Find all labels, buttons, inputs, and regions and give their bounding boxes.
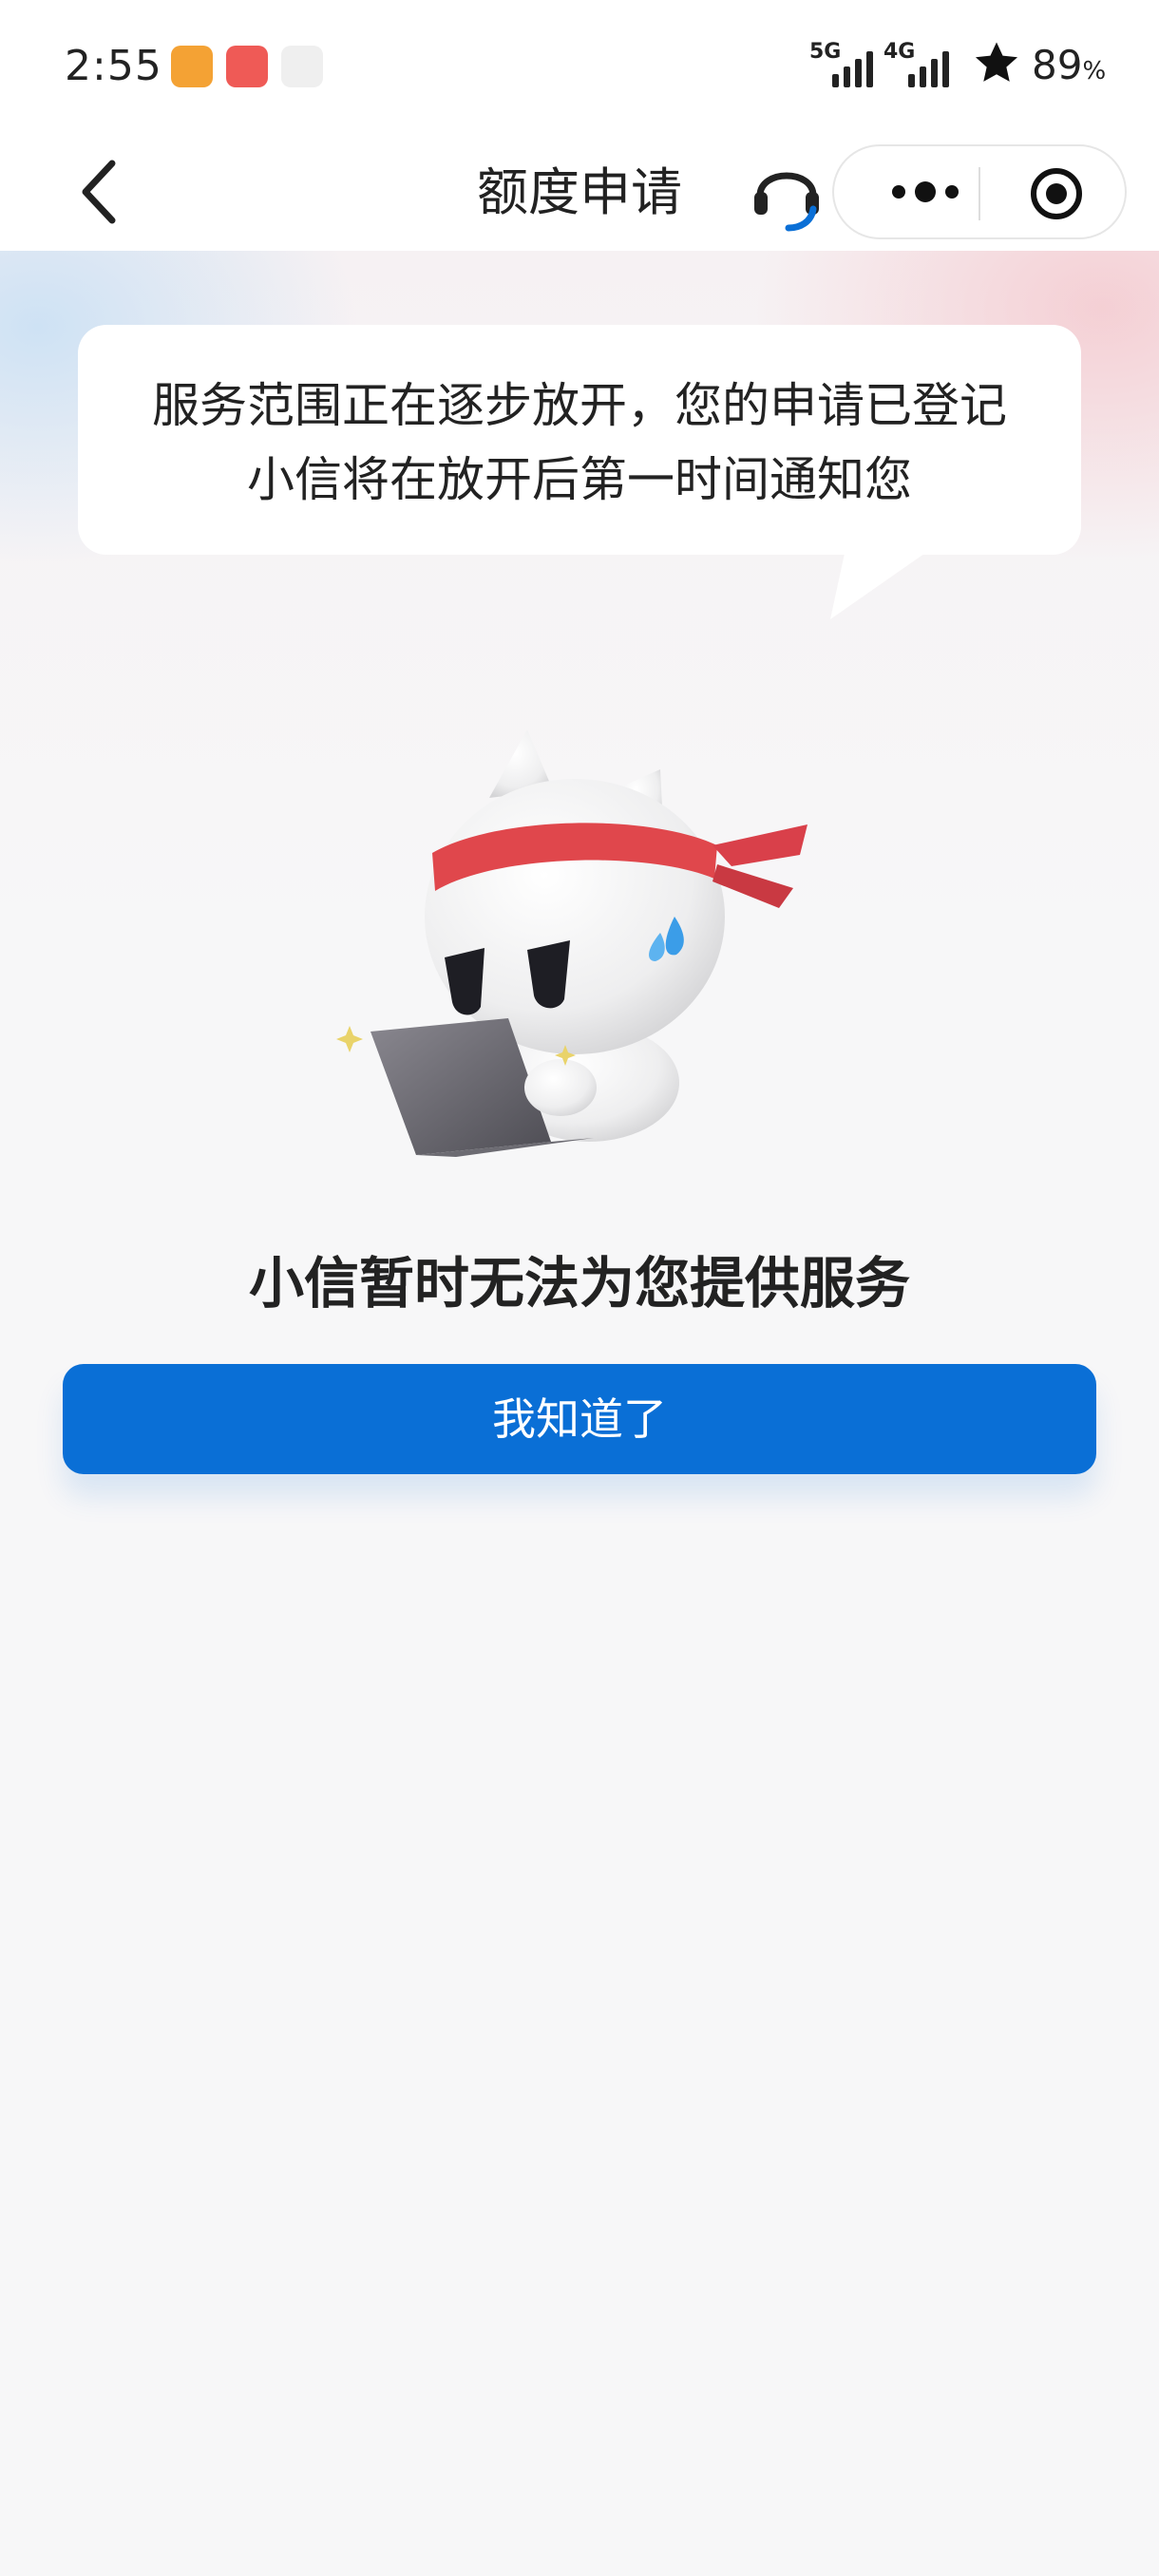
headset-icon[interactable] [750, 152, 823, 232]
more-dots-icon[interactable] [870, 146, 984, 237]
mini-program-capsule [832, 144, 1127, 239]
mascot-illustration [336, 729, 808, 1157]
status-bar: 2:55 5G 4G 89% [0, 0, 1159, 133]
star-icon [975, 42, 1018, 82]
red-app-icon [226, 46, 268, 87]
signal-4g-icon: 4G [884, 40, 956, 87]
notice-bubble: 服务范围正在逐步放开，您的申请已登记 小信将在放开后第一时间通知您 [78, 325, 1081, 555]
message-app-icon [171, 46, 213, 87]
notice-line-1: 服务范围正在逐步放开，您的申请已登记 [152, 378, 1007, 433]
signal-5g-icon: 5G [809, 40, 878, 87]
seed-app-icon [281, 46, 323, 87]
status-time: 2:55 [65, 42, 162, 90]
target-circle-icon[interactable] [1028, 165, 1085, 222]
capsule-divider [978, 167, 980, 220]
unavailable-headline: 小信暂时无法为您提供服务 [248, 1251, 910, 1316]
bubble-tail [830, 549, 931, 619]
battery-level: 89% [1032, 42, 1107, 88]
acknowledge-button[interactable]: 我知道了 [63, 1364, 1096, 1474]
notice-line-2: 小信将在放开后第一时间通知您 [247, 452, 912, 507]
navigation-bar: 额度申请 [0, 133, 1159, 251]
